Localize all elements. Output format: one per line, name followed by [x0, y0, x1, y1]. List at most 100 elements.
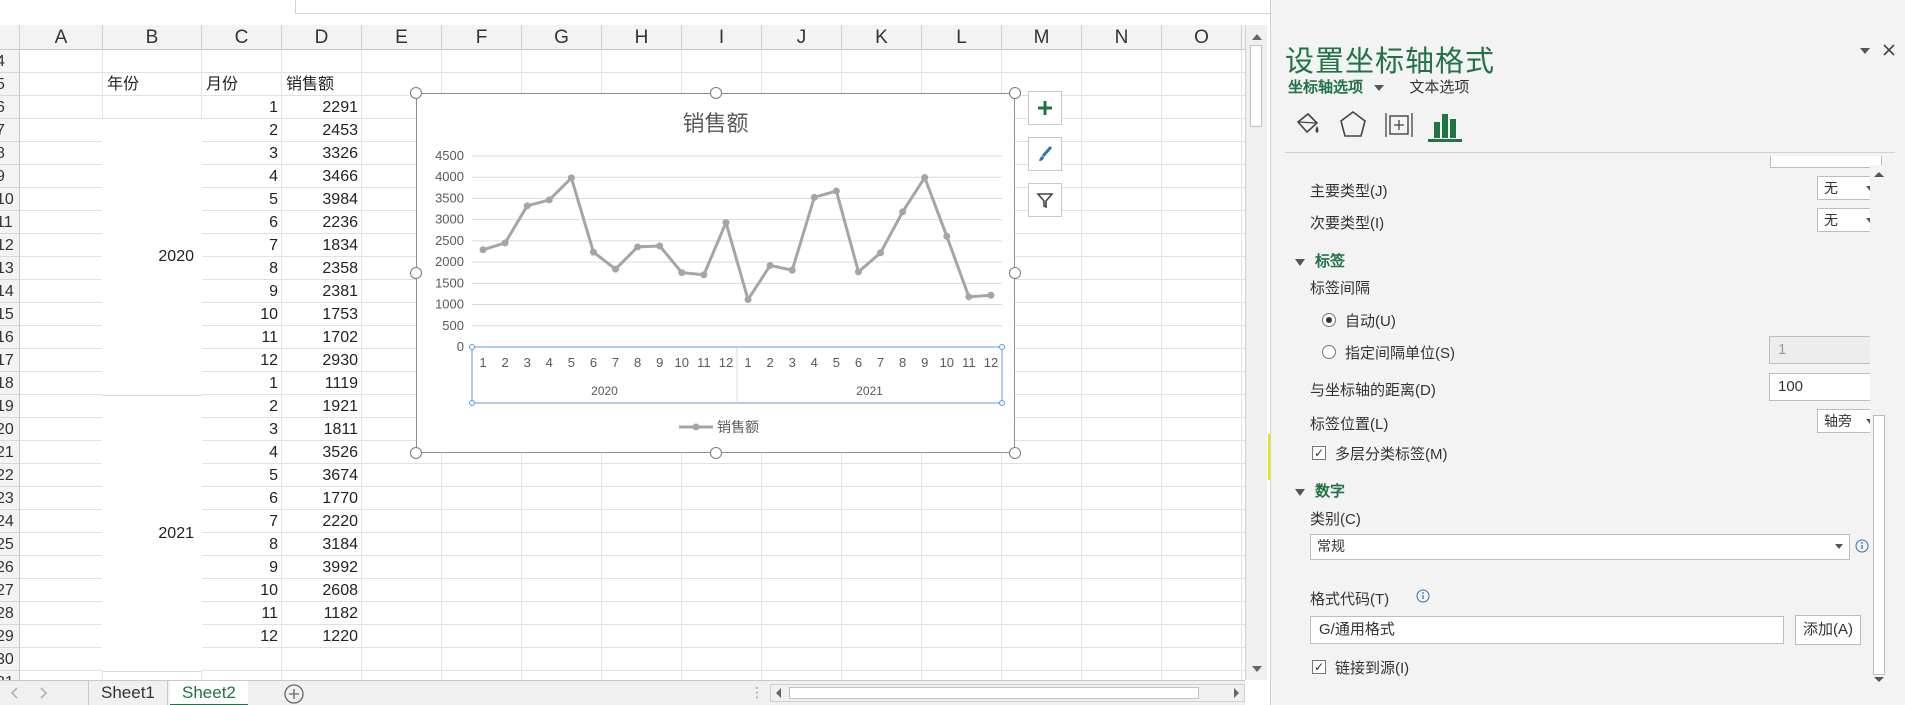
vertical-scroll-thumb[interactable] [1250, 45, 1262, 127]
column-header-o[interactable]: O [1162, 25, 1242, 50]
column-header-k[interactable]: K [842, 25, 922, 50]
row-header[interactable]: 31 [0, 671, 20, 680]
month-cell[interactable]: 4 [202, 441, 278, 464]
sales-cell[interactable]: 3326 [282, 142, 358, 165]
row-header[interactable]: 11 [0, 211, 20, 234]
month-cell[interactable]: 10 [202, 579, 278, 602]
month-cell[interactable]: 12 [202, 349, 278, 372]
sales-cell[interactable]: 1119 [282, 372, 358, 395]
month-cell[interactable]: 2 [202, 119, 278, 142]
month-cell[interactable]: 9 [202, 556, 278, 579]
sales-cell[interactable]: 1834 [282, 234, 358, 257]
column-header-i[interactable]: I [682, 25, 762, 50]
tab-split-handle[interactable]: ⋮ [750, 684, 764, 701]
month-cell[interactable]: 6 [202, 211, 278, 234]
sales-cell[interactable]: 2358 [282, 257, 358, 280]
sales-cell[interactable]: 2291 [282, 96, 358, 119]
sales-cell[interactable]: 1702 [282, 326, 358, 349]
resize-handle-bl[interactable] [410, 447, 422, 459]
sales-cell[interactable]: 3526 [282, 441, 358, 464]
month-cell[interactable]: 7 [202, 510, 278, 533]
sales-cell[interactable]: 3184 [282, 533, 358, 556]
month-cell[interactable]: 1 [202, 372, 278, 395]
specify-unit-label[interactable]: 指定间隔单位(S) [1345, 342, 1455, 363]
resize-handle-l[interactable] [410, 267, 422, 279]
year-cell-2020[interactable]: 2020 [102, 119, 202, 396]
month-cell[interactable]: 11 [202, 326, 278, 349]
row-header[interactable]: 12 [0, 234, 20, 257]
pane-scrollbar[interactable] [1870, 165, 1888, 695]
sales-cell[interactable]: 1921 [282, 395, 358, 418]
month-cell[interactable]: 8 [202, 533, 278, 556]
tab-sheet2[interactable]: Sheet2 [170, 681, 248, 705]
auto-radio-label[interactable]: 自动(U) [1345, 310, 1396, 331]
sales-cell[interactable]: 2220 [282, 510, 358, 533]
row-header[interactable]: 7 [0, 119, 20, 142]
tab-text-options[interactable]: 文本选项 [1409, 79, 1469, 96]
sales-cell[interactable]: 3674 [282, 464, 358, 487]
sales-cell[interactable]: 3984 [282, 188, 358, 211]
add-button[interactable]: 添加(A) [1795, 615, 1861, 645]
multilevel-checkbox[interactable]: ✓ [1312, 446, 1326, 460]
effects-icon[interactable] [1336, 108, 1370, 142]
sales-cell[interactable]: 1770 [282, 487, 358, 510]
row-header[interactable]: 21 [0, 441, 20, 464]
grid-horizontal-scrollbar[interactable] [770, 684, 1245, 702]
column-header-f[interactable]: F [442, 25, 522, 50]
row-header[interactable]: 25 [0, 533, 20, 556]
sales-cell[interactable]: 2236 [282, 211, 358, 234]
horizontal-scroll-thumb[interactable] [789, 687, 1199, 699]
line-chart[interactable]: 销售额 0 500 1000 1500 2000 2500 3000 3500 4000 4500… [416, 93, 1015, 453]
month-cell[interactable]: 10 [202, 303, 278, 326]
specify-unit-radio[interactable] [1322, 345, 1336, 359]
sales-cell[interactable]: 2381 [282, 280, 358, 303]
tab-sheet1[interactable]: Sheet1 [88, 681, 168, 705]
sales-cell[interactable]: 2930 [282, 349, 358, 372]
month-cell[interactable]: 1 [202, 96, 278, 119]
specify-unit-input[interactable]: 1 [1769, 336, 1881, 364]
month-cell[interactable]: 3 [202, 142, 278, 165]
sales-cell[interactable]: 3992 [282, 556, 358, 579]
row-header[interactable]: 10 [0, 188, 20, 211]
link-source-label[interactable]: 链接到源(I) [1335, 657, 1409, 678]
sales-cell[interactable]: 3466 [282, 165, 358, 188]
row-header[interactable]: 15 [0, 303, 20, 326]
select-all-corner[interactable] [0, 25, 20, 50]
month-cell[interactable]: 3 [202, 418, 278, 441]
row-header[interactable]: 5 [0, 73, 20, 96]
column-header-g[interactable]: G [522, 25, 602, 50]
column-header-j[interactable]: J [762, 25, 842, 50]
resize-handle-tl[interactable] [410, 87, 422, 99]
row-header[interactable]: 24 [0, 510, 20, 533]
sales-cell[interactable]: 1220 [282, 625, 358, 648]
month-cell[interactable]: 12 [202, 625, 278, 648]
row-header[interactable]: 29 [0, 625, 20, 648]
row-header[interactable]: 27 [0, 579, 20, 602]
month-cell[interactable]: 9 [202, 280, 278, 303]
row-header[interactable]: 28 [0, 602, 20, 625]
row-header[interactable]: 26 [0, 556, 20, 579]
row-header[interactable]: 23 [0, 487, 20, 510]
column-header-d[interactable]: D [282, 25, 362, 50]
multilevel-label[interactable]: 多层分类标签(M) [1335, 443, 1448, 464]
sales-cell[interactable]: 2608 [282, 579, 358, 602]
row-header[interactable]: 8 [0, 142, 20, 165]
number-section-header[interactable]: 数字 [1295, 480, 1345, 501]
row-header[interactable]: 17 [0, 349, 20, 372]
grid-vertical-scrollbar[interactable] [1245, 25, 1267, 680]
column-header-n[interactable]: N [1082, 25, 1162, 50]
header-year-cell[interactable]: 年份 [107, 73, 187, 96]
row-header[interactable]: 13 [0, 257, 20, 280]
month-cell[interactable]: 7 [202, 234, 278, 257]
row-header[interactable]: 16 [0, 326, 20, 349]
month-cell[interactable]: 8 [202, 257, 278, 280]
sales-cell[interactable]: 1811 [282, 418, 358, 441]
pane-options-icon[interactable] [1858, 46, 1872, 56]
distance-input[interactable]: 100 [1769, 373, 1881, 401]
format-code-input[interactable]: G/通用格式 [1310, 616, 1784, 644]
truncated-field[interactable] [1770, 156, 1882, 168]
sales-cell[interactable]: 1753 [282, 303, 358, 326]
column-header-h[interactable]: H [602, 25, 682, 50]
row-header[interactable]: 19 [0, 395, 20, 418]
month-cell[interactable]: 5 [202, 188, 278, 211]
